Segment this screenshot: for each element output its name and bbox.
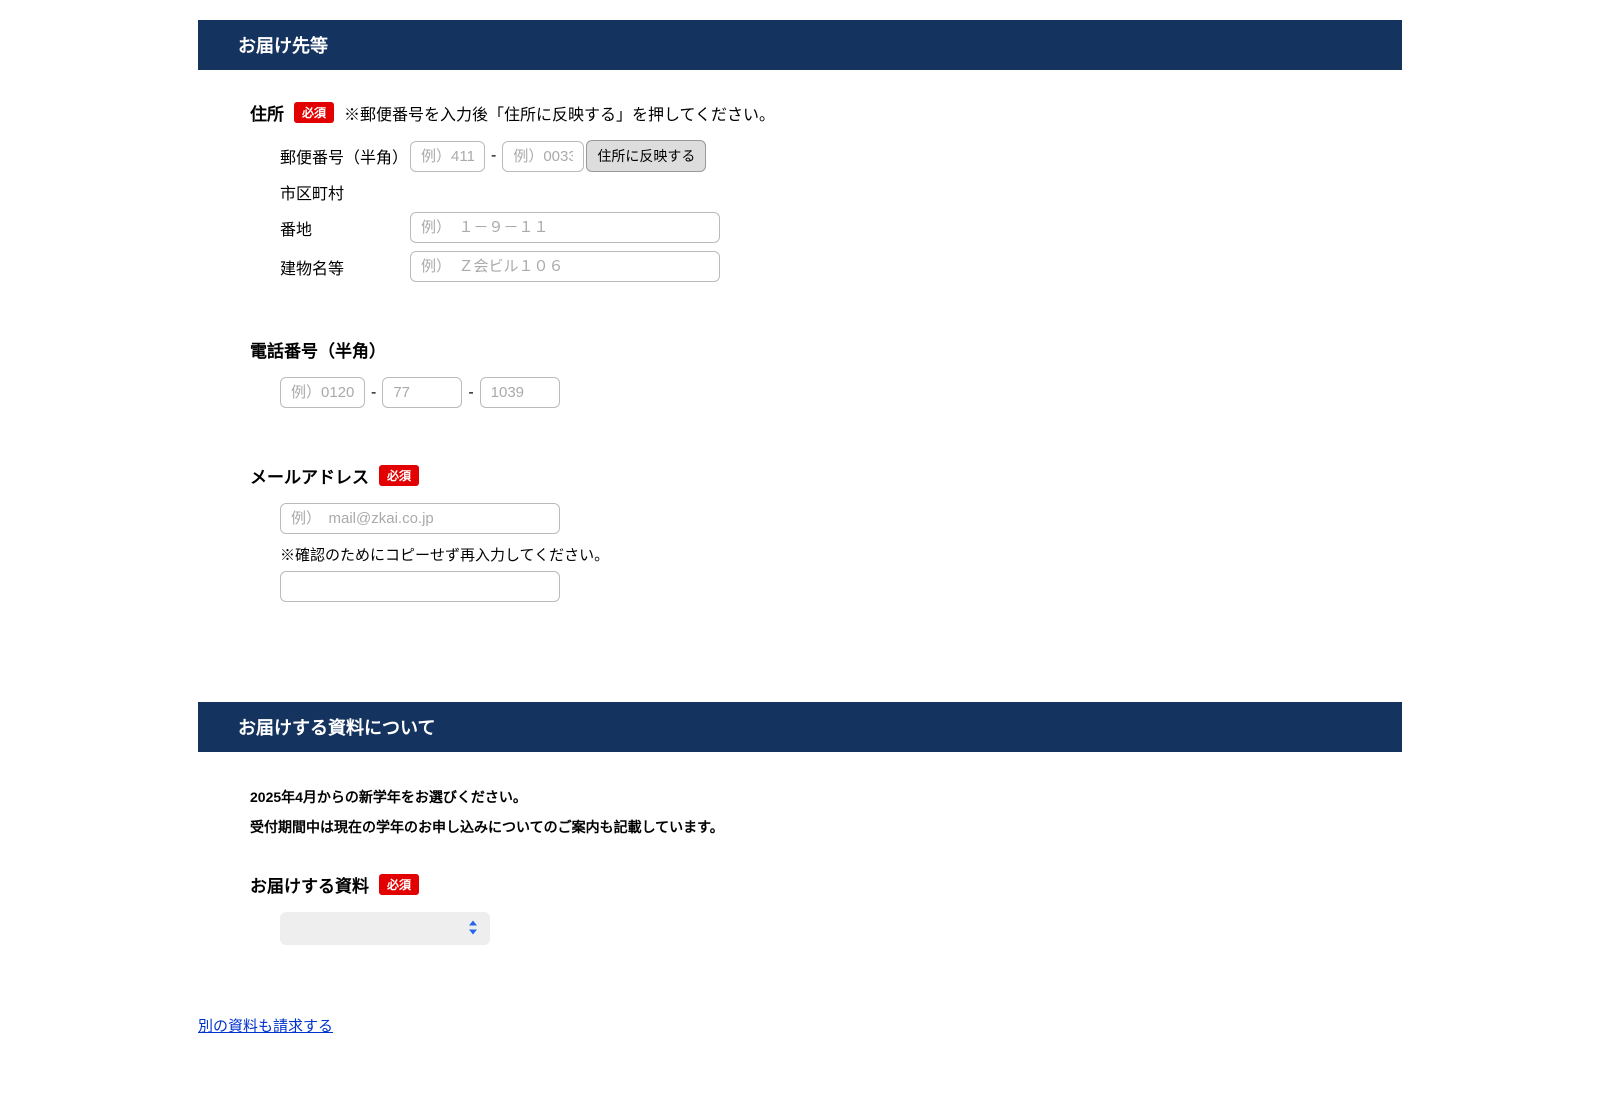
building-label: 建物名等 bbox=[280, 255, 410, 279]
email-group: メールアドレス 必須 ※確認のためにコピーせず再入力してください。 bbox=[250, 463, 1350, 602]
address-note: ※郵便番号を入力後「住所に反映する」を押してください。 bbox=[344, 101, 775, 125]
materials-select[interactable] bbox=[280, 912, 490, 945]
materials-select-wrapper bbox=[280, 912, 490, 945]
zip-input-2[interactable] bbox=[502, 141, 584, 172]
zip-label: 郵便番号（半角） bbox=[280, 144, 410, 168]
address-label: 住所 bbox=[250, 100, 284, 125]
email-confirm-input[interactable] bbox=[280, 571, 560, 602]
section-header-materials: お届けする資料について bbox=[198, 702, 1402, 752]
email-confirm-note: ※確認のためにコピーせず再入力してください。 bbox=[280, 544, 1350, 565]
intro-line-2: 受付期間中は現在の学年のお申し込みについてのご案内も記載しています。 bbox=[250, 817, 1350, 837]
required-badge: 必須 bbox=[379, 874, 419, 895]
materials-intro: 2025年4月からの新学年をお選びください。 受付期間中は現在の学年のお申し込み… bbox=[250, 787, 1350, 837]
zip-separator: - bbox=[491, 147, 496, 165]
phone-input-3[interactable] bbox=[480, 377, 560, 408]
street-input[interactable] bbox=[410, 212, 720, 243]
section-title: お届けする資料について bbox=[238, 718, 435, 738]
building-input[interactable] bbox=[410, 251, 720, 282]
phone-separator-2: - bbox=[468, 384, 473, 402]
zip-input-1[interactable] bbox=[410, 141, 485, 172]
phone-separator-1: - bbox=[371, 384, 376, 402]
section-title: お届け先等 bbox=[238, 36, 328, 56]
materials-label: お届けする資料 bbox=[250, 872, 369, 897]
reflect-address-button[interactable]: 住所に反映する bbox=[586, 140, 706, 172]
required-badge: 必須 bbox=[294, 102, 334, 123]
phone-label: 電話番号（半角） bbox=[250, 337, 386, 362]
required-badge: 必須 bbox=[379, 465, 419, 486]
phone-input-2[interactable] bbox=[382, 377, 462, 408]
city-label: 市区町村 bbox=[280, 180, 410, 204]
address-group: 住所 必須 ※郵便番号を入力後「住所に反映する」を押してください。 郵便番号（半… bbox=[250, 100, 1350, 282]
email-input[interactable] bbox=[280, 503, 560, 534]
email-label: メールアドレス bbox=[250, 463, 369, 488]
phone-input-1[interactable] bbox=[280, 377, 365, 408]
street-label: 番地 bbox=[280, 216, 410, 240]
intro-line-1: 2025年4月からの新学年をお選びください。 bbox=[250, 787, 1350, 807]
phone-group: 電話番号（半角） - - bbox=[250, 337, 1350, 408]
section-header-delivery: お届け先等 bbox=[198, 20, 1402, 70]
request-more-link[interactable]: 別の資料も請求する bbox=[198, 1015, 333, 1036]
